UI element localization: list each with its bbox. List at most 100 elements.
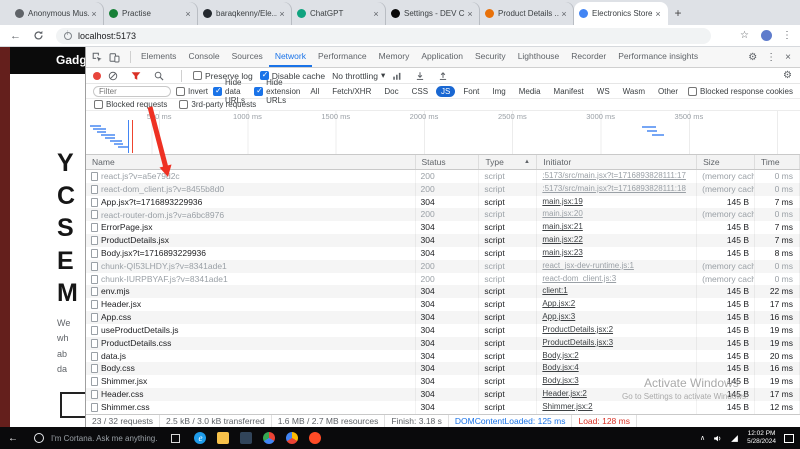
hide-data-urls-checkbox[interactable] (213, 86, 223, 96)
blocked-response-cookies-option[interactable]: Blocked response cookies (688, 86, 793, 96)
invert-option[interactable]: Invert (176, 86, 208, 96)
tab-close-icon[interactable] (183, 9, 193, 19)
devtools-more-icon[interactable]: ⋮ (766, 52, 776, 63)
profile-avatar[interactable] (761, 30, 772, 41)
bookmark-star-icon[interactable]: ☆ (740, 25, 749, 47)
request-initiator-link[interactable]: Header.jsx:2 (542, 389, 586, 398)
blocked-response-cookies-checkbox[interactable] (688, 86, 698, 96)
preserve-log-checkbox[interactable] (193, 71, 202, 80)
network-icon[interactable] (730, 434, 739, 443)
table-row[interactable]: data.js 304 script Body.jsx:2 145 B 20 m… (86, 349, 800, 363)
inspect-element-icon[interactable] (92, 52, 103, 63)
browser-tab[interactable]: Product Details ... (480, 2, 574, 25)
table-row[interactable]: Header.css 304 script Header.jsx:2 145 B… (86, 388, 800, 401)
request-initiator-link[interactable]: :5173/src/main.jsx?t=1716893828111:17 (542, 171, 686, 180)
request-initiator-link[interactable]: ProductDetails.jsx:2 (542, 325, 613, 334)
devtools-tab[interactable]: Security (469, 47, 512, 67)
blocked-requests-checkbox[interactable] (94, 100, 103, 109)
table-row[interactable]: chunk-IURPBYAF.js?v=8341ade1 200 script … (86, 272, 800, 286)
column-header[interactable]: Size (697, 155, 756, 169)
third-party-requests-checkbox[interactable] (179, 100, 189, 109)
task-view-icon[interactable] (171, 433, 181, 443)
taskbar-app-icon[interactable] (240, 432, 253, 444)
table-row[interactable]: App.css 304 script App.jsx:3 145 B 16 ms (86, 311, 800, 324)
devtools-close-icon[interactable]: × (785, 52, 791, 63)
new-tab-button[interactable]: + (668, 2, 688, 25)
browser-menu-icon[interactable]: ⋮ (782, 25, 792, 47)
tab-close-icon[interactable] (653, 9, 663, 19)
request-initiator-link[interactable]: Body.jsx:4 (542, 363, 578, 372)
devtools-tab[interactable]: Recorder (565, 47, 612, 67)
taskbar-app-icon[interactable]: e (194, 432, 207, 444)
devtools-tab[interactable]: Network (268, 47, 312, 67)
request-initiator-link[interactable]: react-dom_client.js:3 (542, 274, 616, 283)
clear-icon[interactable] (108, 71, 118, 81)
request-initiator-link[interactable]: Body.jsx:3 (542, 376, 578, 385)
export-har-icon[interactable] (438, 71, 448, 81)
request-initiator-link[interactable]: main.jsx:20 (542, 209, 582, 218)
taskbar-app-icon[interactable] (309, 432, 322, 444)
request-type-chip[interactable]: CSS (407, 86, 433, 97)
third-party-requests-option[interactable]: 3rd-party requests (179, 100, 256, 109)
volume-icon[interactable] (713, 434, 722, 443)
devtools-tab[interactable]: Elements (135, 47, 182, 67)
table-row[interactable]: Shimmer.css 304 script Shimmer.jsx:2 145… (86, 400, 800, 414)
column-header[interactable]: Time (755, 155, 800, 169)
request-type-chip[interactable]: JS (436, 85, 456, 97)
request-type-chip[interactable]: WS (592, 86, 615, 97)
taskbar-back-icon[interactable]: ← (8, 433, 18, 444)
request-type-chip[interactable]: Img (487, 86, 510, 97)
taskbar-app-icon[interactable] (286, 432, 299, 444)
hide-extension-urls-checkbox[interactable] (254, 86, 264, 96)
devtools-tab[interactable]: Lighthouse (512, 47, 566, 67)
request-initiator-link[interactable]: Shimmer.jsx:2 (542, 402, 592, 411)
devtools-tab[interactable]: Sources (226, 47, 269, 67)
table-row[interactable]: env.mjs 304 script client:1 145 B 22 ms (86, 285, 800, 299)
network-conditions-icon[interactable] (392, 71, 402, 81)
table-row[interactable]: Header.jsx 304 script App.jsx:2 145 B 17… (86, 298, 800, 312)
request-initiator-link[interactable]: Body.jsx:2 (542, 351, 578, 360)
hide-extension-urls-option[interactable]: Hide extension URLs (254, 78, 300, 105)
taskbar-app-icon[interactable] (217, 432, 230, 444)
request-type-chip[interactable]: All (305, 86, 324, 97)
search-icon[interactable] (154, 71, 164, 81)
devtools-settings-icon[interactable]: ⚙ (748, 52, 757, 63)
site-info-icon[interactable] (64, 31, 72, 40)
devtools-tab[interactable]: Console (182, 47, 225, 67)
tab-close-icon[interactable] (277, 9, 287, 19)
browser-tab[interactable]: Electronics Store (574, 2, 668, 25)
reload-icon[interactable] (33, 30, 44, 41)
table-row[interactable]: useProductDetails.js 304 script ProductD… (86, 323, 800, 337)
request-initiator-link[interactable]: client:1 (542, 286, 567, 295)
request-initiator-link[interactable]: main.jsx:19 (542, 197, 582, 206)
devtools-tab[interactable]: Performance (312, 47, 373, 67)
invert-checkbox[interactable] (176, 86, 185, 96)
column-header[interactable]: Name (86, 155, 416, 169)
request-type-chip[interactable]: Wasm (618, 86, 650, 97)
disable-cache-checkbox[interactable] (259, 70, 269, 80)
request-type-chip[interactable]: Fetch/XHR (327, 86, 376, 97)
devtools-tab[interactable]: Memory (373, 47, 416, 67)
omnibox[interactable]: localhost:5173 (56, 27, 711, 44)
request-type-chip[interactable]: Manifest (549, 86, 589, 97)
network-settings-icon[interactable]: ⚙ (783, 70, 792, 81)
browser-tab[interactable]: ChatGPT (292, 2, 386, 25)
tab-close-icon[interactable] (371, 9, 381, 19)
request-initiator-link[interactable]: react_jsx-dev-runtime.js:1 (542, 261, 634, 270)
request-type-chip[interactable]: Media (514, 86, 546, 97)
taskbar-clock[interactable]: 12:02 PM 5/28/2024 (747, 430, 776, 446)
request-initiator-link[interactable]: main.jsx:21 (542, 222, 582, 231)
request-initiator-link[interactable]: main.jsx:22 (542, 235, 582, 244)
filter-icon[interactable] (131, 71, 141, 81)
devtools-tab[interactable]: Application (415, 47, 469, 67)
action-center-icon[interactable] (784, 433, 794, 443)
device-toolbar-icon[interactable] (109, 52, 120, 63)
table-row[interactable]: react-dom_client.js?v=8455b8d0 200 scrip… (86, 182, 800, 196)
request-initiator-link[interactable]: :5173/src/main.jsx?t=1716893828111:18 (542, 184, 686, 193)
request-initiator-link[interactable]: App.jsx:3 (542, 312, 575, 321)
browser-tab[interactable]: baraqkenny/Ele... (198, 2, 292, 25)
back-icon[interactable]: ← (10, 25, 21, 47)
request-initiator-link[interactable]: main.jsx:23 (542, 248, 582, 257)
table-row[interactable]: ProductDetails.jsx 304 script main.jsx:2… (86, 234, 800, 247)
column-header[interactable]: Status (416, 155, 480, 169)
